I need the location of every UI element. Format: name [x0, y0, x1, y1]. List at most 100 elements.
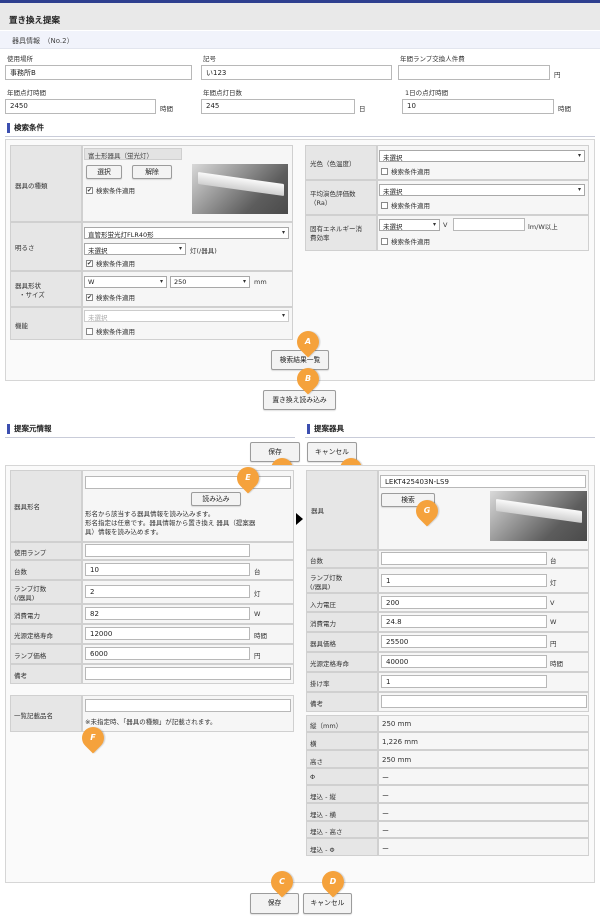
remarks-input[interactable]: [85, 667, 291, 680]
lamp-price-unit: 円: [254, 652, 261, 660]
load-replacement-button[interactable]: 置き換え読み込み: [263, 390, 336, 410]
efficiency-unit: lm/W以上: [528, 223, 558, 231]
apply-label: 検索条件適用: [96, 328, 135, 336]
code-input[interactable]: い123: [201, 65, 392, 80]
proposal-model-input[interactable]: LEKT425403N-LS9: [380, 475, 586, 488]
apply-checkbox-fixture[interactable]: 検索条件適用: [86, 185, 135, 195]
list-name-label: 一覧記載品名: [14, 712, 53, 720]
marker-a: A: [292, 326, 324, 358]
proposal-lifetime-input[interactable]: 40000: [381, 655, 547, 668]
proposal-rows: 台数 台 ランプ灯数 (/器具) 1灯 入力電圧 200 V 消費電力 24.8 W …: [306, 550, 589, 715]
model-note-3: 具）情報を読み込めます。: [85, 528, 163, 536]
voltage-input[interactable]: 200: [381, 596, 547, 609]
apply-label: 検索条件適用: [391, 168, 430, 176]
load-model-button[interactable]: 読み込み: [191, 492, 241, 506]
checkbox-icon[interactable]: [86, 294, 93, 301]
spec-width-value: 1,226 mm: [382, 738, 418, 746]
count-unit: 台: [254, 568, 261, 576]
spec-diameter-value: ー: [382, 774, 389, 782]
spec-length-value: 250 mm: [382, 720, 412, 728]
efficiency-voltage-select[interactable]: 未選択: [379, 219, 440, 231]
annual-hours-label: 年間点灯時間: [7, 89, 46, 97]
power-input[interactable]: 82: [85, 607, 250, 620]
proposal-lamp-count-unit: 灯: [550, 579, 557, 587]
save-button-bottom[interactable]: 保存: [250, 893, 299, 914]
lamp-count-input[interactable]: 2: [85, 585, 250, 598]
cancel-button-bottom[interactable]: キャンセル: [303, 893, 352, 914]
lamp-cost-input[interactable]: [398, 65, 550, 80]
fixture-price-unit: 円: [550, 640, 557, 648]
lamp-used-input[interactable]: [85, 544, 250, 557]
shape-size-input[interactable]: 250: [170, 276, 250, 288]
proposal-lamp-count-input[interactable]: 1: [381, 574, 547, 587]
voltage-unit: V: [550, 599, 555, 607]
location-input[interactable]: 事務所B: [5, 65, 192, 80]
checkbox-icon[interactable]: [86, 187, 93, 194]
proposal-remarks-label: 備考: [310, 700, 323, 708]
select-button[interactable]: 選択: [86, 165, 122, 179]
voltage-label: 入力電圧: [310, 601, 336, 609]
clear-button[interactable]: 解除: [132, 165, 172, 179]
spec-embed-width-label: 埋込 - 横: [310, 811, 336, 819]
search-section-heading: 検索条件: [7, 123, 44, 133]
daily-hours-label: 1日の点灯時間: [405, 89, 449, 97]
brightness-unit: 灯(/器具): [190, 247, 217, 255]
count-input[interactable]: 10: [85, 563, 250, 576]
spec-height-label: 高さ: [310, 758, 323, 766]
list-name-input[interactable]: [85, 699, 291, 712]
apply-checkbox-shape[interactable]: 検索条件適用: [86, 292, 135, 302]
checkbox-icon[interactable]: [381, 168, 388, 175]
color-select[interactable]: 未選択: [379, 150, 585, 162]
page-title: 置き換え提案: [9, 16, 61, 26]
lamp-price-label: ランプ価格: [14, 652, 47, 660]
list-name-note: ※未指定時、「器具の種類」が記載されます。: [85, 718, 217, 726]
apply-checkbox-color[interactable]: 検索条件適用: [381, 166, 430, 176]
lifetime-input[interactable]: 12000: [85, 627, 250, 640]
remarks-label: 備考: [14, 672, 27, 680]
checkbox-icon[interactable]: [86, 328, 93, 335]
rate-input[interactable]: 1: [381, 675, 547, 688]
efficiency-input[interactable]: [453, 218, 525, 231]
apply-checkbox-function[interactable]: 検索条件適用: [86, 326, 135, 336]
lamp-price-input[interactable]: 6000: [85, 647, 250, 660]
lamp-count-unit: 灯: [254, 590, 261, 598]
proposal-lamp-count-label-2: (/器具): [310, 583, 331, 591]
checkbox-icon[interactable]: [86, 260, 93, 267]
apply-checkbox-efficiency[interactable]: 検索条件適用: [381, 236, 430, 246]
fixture-info-title: 器具情報 （No.2）: [12, 37, 74, 45]
annual-days-input[interactable]: 245: [201, 99, 355, 114]
proposal-fixture-image: [490, 491, 587, 541]
spec-height-value: 250 mm: [382, 756, 412, 764]
apply-label: 検索条件適用: [391, 238, 430, 246]
proposal-count-input[interactable]: [381, 552, 547, 565]
lifetime-unit: 時間: [254, 632, 267, 640]
brightness-select[interactable]: 直管形蛍光灯FLR40形: [84, 227, 289, 239]
fixture-type-value: 富士形器具（蛍光灯）: [84, 148, 182, 160]
cri-select[interactable]: 未選択: [379, 184, 585, 196]
marker-g: G: [411, 495, 443, 527]
brightness-count-select[interactable]: 未選択: [84, 243, 186, 255]
brightness-label: 明るさ: [15, 244, 35, 252]
proposal-power-input[interactable]: 24.8: [381, 615, 547, 628]
spec-embed-length-value: ー: [382, 792, 389, 800]
shape-select[interactable]: W: [84, 276, 167, 288]
apply-checkbox-brightness[interactable]: 検索条件適用: [86, 258, 135, 268]
daily-hours-input[interactable]: 10: [402, 99, 554, 114]
checkbox-icon[interactable]: [381, 202, 388, 209]
fixture-price-input[interactable]: 25500: [381, 635, 547, 648]
count-label: 台数: [14, 568, 27, 576]
fixture-image: [192, 164, 288, 214]
function-select[interactable]: 未選択: [84, 310, 289, 322]
spec-table: 縦（mm） 250 mm 横 1,226 mm 高さ 250 mm Φ ー 埋込…: [306, 715, 589, 856]
checkbox-icon[interactable]: [381, 238, 388, 245]
annual-days-label: 年間点灯日数: [203, 89, 242, 97]
spec-label-cell: [306, 768, 378, 785]
apply-checkbox-cri[interactable]: 検索条件適用: [381, 200, 430, 210]
fixture-type-label: 器具の種類: [15, 182, 48, 190]
proposal-remarks-input[interactable]: [381, 695, 587, 708]
annual-hours-input[interactable]: 2450: [5, 99, 156, 114]
proposal-lifetime-unit: 時間: [550, 660, 563, 668]
model-input[interactable]: [85, 476, 291, 489]
search-results-button[interactable]: 検索結果一覧: [271, 350, 329, 370]
apply-label: 検索条件適用: [96, 187, 135, 195]
